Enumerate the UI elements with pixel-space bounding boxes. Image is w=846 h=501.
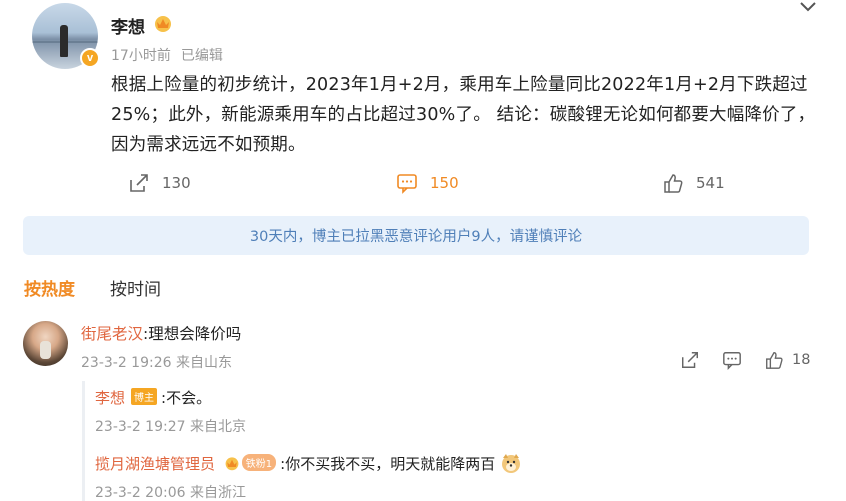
comment-actions: 18 <box>680 350 810 370</box>
reply-thread-bar <box>82 381 85 501</box>
avatar-figure <box>60 25 68 57</box>
author-name[interactable]: 李想 <box>111 13 145 38</box>
repost-button[interactable]: 130 <box>128 172 191 194</box>
commenter-name[interactable]: 街尾老汉 <box>81 325 143 343</box>
post-actions: 130 150 541 <box>0 172 846 202</box>
reply-meta: 23-3-2 19:27 来自北京 <box>95 419 246 435</box>
tab-sort-time[interactable]: 按时间 <box>110 280 161 300</box>
reply-line: 李想 博主:不会。 <box>95 387 211 408</box>
comment-button[interactable]: 150 <box>396 172 459 194</box>
doge-emoji-icon <box>502 454 521 473</box>
crown-icon <box>225 457 239 471</box>
like-button[interactable]: 541 <box>662 172 725 194</box>
chevron-down-icon[interactable] <box>798 0 818 14</box>
weibo-post: v 李想 17小时前 已编辑 根据上险量的初步统计，2023年1月+2月，乘用车上… <box>0 0 846 205</box>
comment-sort-tabs: 按热度 按时间 <box>24 275 161 300</box>
comment-text: :理想会降价吗 <box>143 325 242 343</box>
comment-line: 街尾老汉:理想会降价吗 <box>81 322 241 344</box>
like-icon <box>664 174 683 193</box>
reply-meta: 23-3-2 20:06 来自浙江 <box>95 485 246 501</box>
like-icon[interactable] <box>764 350 784 370</box>
fan-level-badge: 铁粉1 <box>241 454 277 471</box>
comment-icon <box>397 174 417 194</box>
reply-text: :不会。 <box>161 389 212 407</box>
edited-label[interactable]: 已编辑 <box>181 48 223 64</box>
post-time[interactable]: 17小时前 <box>111 48 171 64</box>
comment-count: 150 <box>430 174 459 192</box>
tab-sort-hot[interactable]: 按热度 <box>24 280 75 300</box>
commenter-avatar[interactable] <box>23 321 68 366</box>
crown-icon <box>155 16 171 32</box>
post-content: 根据上险量的初步统计，2023年1月+2月，乘用车上险量同比2022年1月+2月… <box>111 75 816 155</box>
author-tag-badge: 博主 <box>131 388 158 405</box>
repost-icon[interactable] <box>680 350 700 370</box>
reply-text: :你不买我不买，明天就能降两百 <box>280 455 496 473</box>
repost-count: 130 <box>162 174 191 192</box>
like-count: 541 <box>696 174 725 192</box>
comment-like-count: 18 <box>792 352 811 368</box>
avatar-figure <box>40 341 51 359</box>
blocked-users-notice: 30天内，博主已拉黑恶意评论用户9人，请谨慎评论 <box>23 216 809 255</box>
repost-icon <box>130 174 148 192</box>
reply-author[interactable]: 李想 <box>95 389 125 407</box>
comment-meta: 23-3-2 19:26 来自山东 <box>81 355 232 371</box>
comment-icon[interactable] <box>722 350 742 370</box>
reply-line: 揽月湖渔塘管理员 铁粉1:你不买我不买，明天就能降两百 <box>95 452 522 474</box>
reply-author[interactable]: 揽月湖渔塘管理员 <box>95 455 215 473</box>
verified-badge-icon: v <box>80 48 100 68</box>
post-meta: 17小时前 已编辑 <box>111 45 223 65</box>
